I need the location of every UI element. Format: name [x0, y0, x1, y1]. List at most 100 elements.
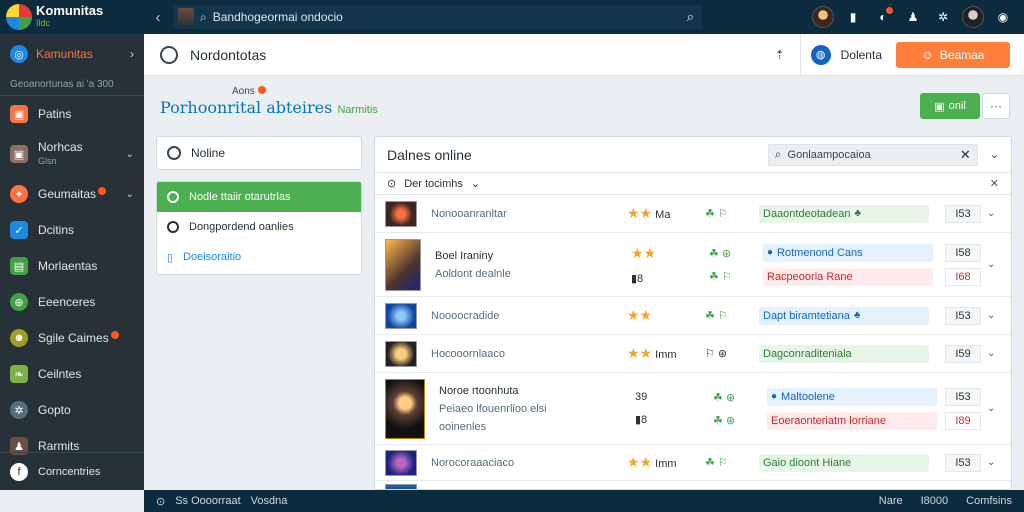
- table-row[interactable]: Boel Iraniny Aoldont dealnle ★★ ▮8 ☘ ⊛ ☘…: [375, 233, 1011, 297]
- chevron-down-icon[interactable]: ⌄: [987, 457, 1003, 468]
- close-icon[interactable]: ✕: [990, 177, 999, 190]
- chevron-down-icon[interactable]: ⌄: [990, 148, 999, 161]
- row-title: Boel Iraniny: [435, 249, 494, 262]
- sidebar-item-label: Ceilntes: [38, 367, 82, 381]
- sidebar-item-ceilntes[interactable]: ❧ Ceilntes: [0, 356, 144, 392]
- info-icon: ⊙: [156, 495, 166, 508]
- section-title: Porhoonrital abteires: [160, 98, 333, 117]
- row-title: Noooocradide: [431, 309, 500, 322]
- global-search[interactable]: ⌕ ⌕: [174, 5, 702, 29]
- sidebar-item-dcitins[interactable]: ✓ Dcitins: [0, 212, 144, 248]
- header-action-button[interactable]: ☺ Beamaa: [896, 41, 1010, 68]
- sidebar-item-morlaentas[interactable]: ▤ Morlaentas: [0, 248, 144, 284]
- table-row[interactable]: Noroe rtoonhuta Peiaeo lfouenrlioo elsi …: [375, 373, 1011, 445]
- avatar[interactable]: [962, 6, 984, 28]
- row-title: Nonooanranltar: [431, 207, 507, 220]
- search-icon: [160, 45, 178, 64]
- sidebar-item-gopto[interactable]: ✲ Gopto: [0, 392, 144, 428]
- category-item[interactable]: ▯ Doeisoraitio: [157, 242, 361, 272]
- status-left: Ss Oooorraat: [175, 495, 241, 507]
- sidebar-item-eeenceres[interactable]: ⊕ Eeenceres: [0, 284, 144, 320]
- status-item: I8000: [920, 495, 949, 507]
- global-search-input[interactable]: [212, 10, 681, 24]
- sidebar-item-label: Sgile Caimes: [38, 331, 109, 345]
- row-title: Norocoraaaciaco: [431, 456, 515, 469]
- chat-icon: ▤: [10, 257, 28, 275]
- chevron-down-icon[interactable]: ⌄: [987, 208, 1003, 219]
- chevron-down-icon[interactable]: ⌄: [987, 259, 1003, 270]
- sidebar-item-sublabel: Glsn: [38, 156, 57, 166]
- status-item: Nare: [878, 495, 903, 507]
- globe-icon: ●: [767, 247, 774, 258]
- settings-icon[interactable]: ✲: [932, 6, 954, 28]
- facebook-icon: f: [10, 462, 28, 481]
- filter-label[interactable]: Der tocimhs: [404, 178, 463, 190]
- sidebar-item-geumaitas[interactable]: ✦ Geumaitas ⌄: [0, 176, 144, 212]
- category-item[interactable]: Dongpordend oanlies: [157, 212, 361, 242]
- document-icon: ▯: [167, 251, 174, 264]
- globe-icon: ●: [771, 391, 778, 402]
- game-cover: [385, 449, 417, 476]
- sidebar-header[interactable]: ◎ Kamunitas ›: [0, 34, 144, 74]
- top-icons: ▮ ◐ ♟ ✲ ◉: [812, 6, 1024, 28]
- game-cover: [385, 238, 421, 291]
- section-heading: Aons Porhoonrital abteires Narmitis: [160, 86, 460, 122]
- panel-search[interactable]: ⌕ ✕: [767, 143, 978, 166]
- panel-title: Dalnes online: [387, 146, 472, 163]
- app-name: Komunitas: [36, 3, 104, 18]
- avatar[interactable]: [812, 6, 834, 28]
- row-subtitle: Aoldont dealnle: [435, 267, 511, 280]
- more-options-button[interactable]: ···: [982, 93, 1010, 119]
- sidebar-item-sgile-caimes[interactable]: ☻ Sgile Caimes: [0, 320, 144, 356]
- search-submit-icon[interactable]: ⌕: [687, 9, 694, 25]
- row-icons: ⚐ ⊛: [705, 348, 728, 360]
- status-badge: ● Rotmenond Cans: [763, 243, 933, 262]
- table-row[interactable]: Noooocradide ★★ ☘ ⚐ Dapt biramtetiana ♣ I…: [375, 297, 1011, 335]
- status-filter[interactable]: Noline: [156, 136, 362, 170]
- pin-icon[interactable]: ⇡: [760, 48, 800, 62]
- sidebar-footer-label: Corncentries: [38, 465, 101, 478]
- row-icons: ☘ ⊛: [713, 414, 736, 427]
- sidebar-item-label: Morlaentas: [38, 259, 98, 273]
- table-row[interactable]: Hocooornlaaco ★★ Imm ⚐ ⊛ Dagconraditenia…: [375, 335, 1011, 373]
- header-link[interactable]: Dolenta: [841, 48, 882, 62]
- chevron-down-icon[interactable]: ⌄: [987, 310, 1003, 321]
- chevron-down-icon[interactable]: ⌄: [471, 177, 480, 190]
- gear-icon: ✲: [10, 401, 28, 419]
- user-circle-icon[interactable]: ◉: [992, 6, 1014, 28]
- close-icon[interactable]: ✕: [960, 147, 971, 163]
- brand[interactable]: Komunitas Ildc: [0, 0, 144, 34]
- section-title-tag: Narmitis: [337, 104, 378, 116]
- header-action-label: Beamaa: [939, 47, 985, 62]
- add-button[interactable]: ▣ onil: [920, 93, 980, 119]
- sidebar-item-patins[interactable]: ▣ Patins: [0, 96, 144, 132]
- bookmark-icon[interactable]: ▮: [842, 6, 864, 28]
- category-label: Nodle ttaiir otarutrlas: [189, 191, 291, 203]
- status-bar: ⊙ Ss Oooorraat Vosdna Nare I8000 Comfsin…: [144, 490, 1024, 512]
- sidebar-item-label: Norhcas: [38, 140, 83, 154]
- row-icons: ☘ ⚐: [709, 270, 732, 283]
- sidebar-footer[interactable]: f Corncentries: [0, 452, 144, 490]
- game-cover: [385, 302, 417, 329]
- chevron-left-icon[interactable]: ‹: [144, 0, 172, 34]
- panel-search-input[interactable]: [787, 148, 954, 161]
- row-icons: ☘ ⚐: [705, 310, 728, 322]
- chevron-down-icon[interactable]: ⌄: [987, 348, 1003, 359]
- row-rating-label: ▮8: [631, 272, 644, 285]
- page-title: Nordontotas: [190, 46, 267, 63]
- notification-icon[interactable]: ◐: [872, 6, 894, 28]
- table-row[interactable]: Norocoraaaciaco ★★ Imm ☘ ⚐ Gaio dioont H…: [375, 445, 1011, 481]
- table-row[interactable]: [375, 481, 1011, 489]
- table-row[interactable]: Nonooanranltar ★★ Ma ☘ ⚐ Daaontdeotadean…: [375, 195, 1011, 233]
- row-count: I89: [945, 411, 981, 430]
- network-icon: ⊕: [10, 293, 28, 311]
- category-label: Dongpordend oanlies: [189, 221, 294, 233]
- profile-icon: ▣: [10, 105, 28, 123]
- user-icon[interactable]: ♟: [902, 6, 924, 28]
- chevron-down-icon[interactable]: ⌄: [987, 403, 1003, 414]
- category-item[interactable]: Nodle ttaiir otarutrlas: [157, 182, 361, 212]
- sidebar-item-norhcas[interactable]: ▣ Norhcas Glsn ⌄: [0, 132, 144, 176]
- top-bar: Komunitas Ildc ‹ ⌕ ⌕ ▮ ◐ ♟ ✲ ◉: [0, 0, 1024, 34]
- category-list: Nodle ttaiir otarutrlas Dongpordend oanl…: [156, 181, 362, 275]
- status-badge: Dapt biramtetiana ♣: [759, 306, 929, 325]
